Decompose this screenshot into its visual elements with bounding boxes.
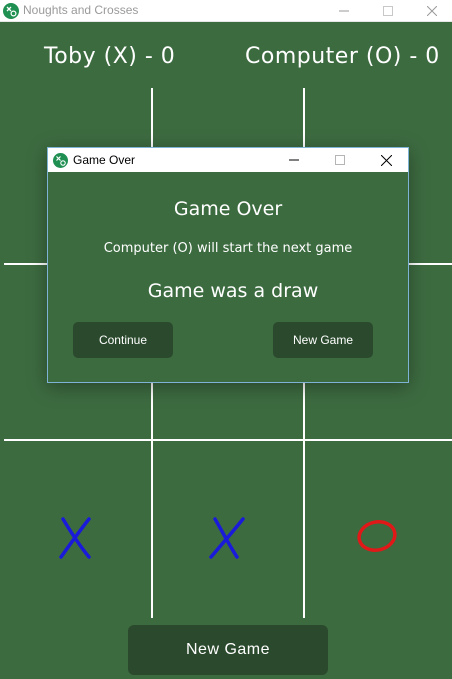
dialog-title: Game Over	[73, 153, 136, 167]
app-icon	[53, 153, 68, 168]
close-icon[interactable]	[410, 0, 452, 22]
x-mark	[59, 517, 91, 559]
close-icon[interactable]	[364, 148, 408, 172]
board-cell-7[interactable]	[17, 478, 137, 598]
player-score: Toby (X) - 0	[44, 44, 176, 69]
window-title-bar: Noughts and Crosses	[0, 0, 452, 22]
x-mark	[209, 517, 245, 559]
new-game-button[interactable]: New Game	[128, 625, 328, 675]
maximize-icon[interactable]	[366, 0, 410, 22]
maximize-icon[interactable]	[318, 148, 362, 172]
app-icon	[3, 3, 19, 19]
board-cell-9[interactable]	[318, 476, 438, 596]
next-starter-text: Computer (O) will start the next game	[103, 241, 353, 256]
o-mark	[357, 520, 397, 552]
dialog-new-game-button[interactable]: New Game	[273, 322, 373, 358]
minimize-icon[interactable]	[272, 148, 316, 172]
computer-score: Computer (O) - 0	[245, 44, 440, 69]
window-title: Noughts and Crosses	[23, 3, 139, 17]
minimize-icon[interactable]	[322, 0, 366, 22]
result-text: Game was a draw	[147, 280, 319, 302]
board-cell-8[interactable]	[167, 478, 287, 598]
continue-button[interactable]: Continue	[73, 322, 173, 358]
game-over-dialog: Game Over Game Over Computer (O) will st…	[47, 147, 409, 383]
dialog-heading: Game Over	[173, 198, 283, 220]
dialog-title-bar: Game Over	[48, 148, 408, 172]
grid-line-horizontal-2	[4, 439, 452, 441]
